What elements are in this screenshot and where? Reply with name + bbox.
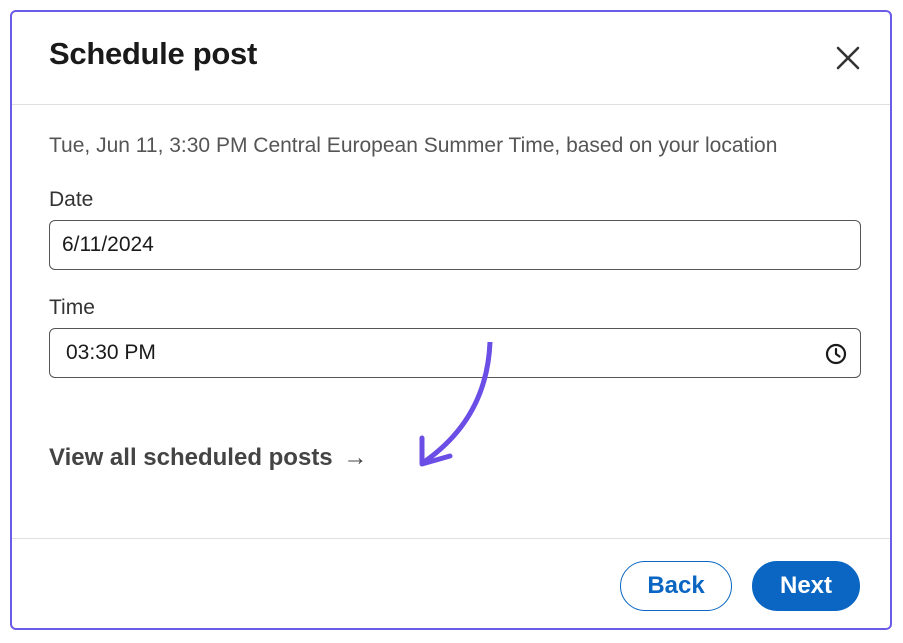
next-button[interactable]: Next bbox=[752, 561, 860, 611]
dialog-footer: Back Next bbox=[12, 538, 890, 628]
close-button[interactable] bbox=[830, 40, 866, 76]
close-icon bbox=[836, 46, 860, 70]
timezone-note: Tue, Jun 11, 3:30 PM Central European Su… bbox=[49, 134, 778, 157]
schedule-post-dialog: Schedule post Tue, Jun 11, 3:30 PM Centr… bbox=[10, 10, 892, 630]
time-label: Time bbox=[49, 296, 95, 319]
clock-icon[interactable] bbox=[824, 342, 848, 366]
date-input[interactable]: 6/11/2024 bbox=[49, 220, 861, 270]
view-scheduled-posts-link[interactable]: View all scheduled posts → bbox=[49, 444, 367, 472]
view-scheduled-posts-label: View all scheduled posts bbox=[49, 444, 333, 471]
time-value: 03:30 PM bbox=[66, 341, 156, 364]
dialog-title: Schedule post bbox=[49, 36, 257, 71]
arrow-right-icon: → bbox=[343, 444, 368, 471]
date-label: Date bbox=[49, 188, 94, 211]
back-button[interactable]: Back bbox=[620, 561, 732, 611]
time-input[interactable]: 03:30 PM bbox=[49, 328, 861, 378]
date-value: 6/11/2024 bbox=[62, 233, 154, 256]
dialog-header: Schedule post bbox=[12, 12, 890, 105]
